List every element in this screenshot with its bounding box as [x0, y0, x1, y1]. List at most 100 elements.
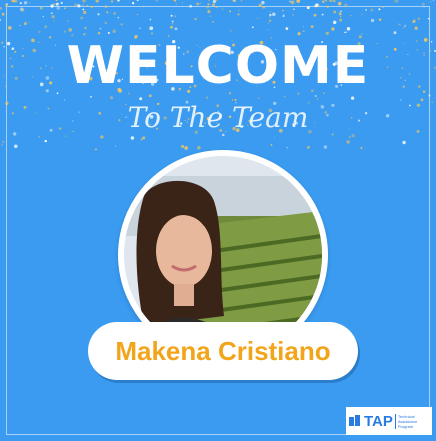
confetti-dot [261, 0, 265, 5]
confetti-dot [330, 0, 333, 2]
confetti-dot [53, 20, 55, 22]
confetti-dot [237, 13, 240, 16]
confetti-dot [289, 0, 291, 3]
confetti-dot [142, 6, 145, 8]
confetti-dot [189, 4, 193, 8]
confetti-dot [206, 5, 210, 9]
confetti-dot [63, 30, 66, 33]
confetti-dot [332, 20, 337, 25]
confetti-dot [345, 31, 348, 34]
confetti-dot [28, 22, 30, 24]
confetti-dot [149, 18, 152, 21]
confetti-dot [100, 135, 104, 139]
confetti-dot [104, 5, 108, 8]
confetti-dot [313, 13, 317, 17]
confetti-dot [282, 14, 285, 17]
welcome-subtitle: To The Team [127, 101, 309, 134]
confetti-dot [114, 145, 116, 147]
logo-text: TAP [364, 412, 393, 430]
confetti-dot [221, 8, 224, 11]
confetti-dot [378, 18, 382, 21]
confetti-dot [113, 12, 117, 15]
confetti-dot [315, 3, 319, 7]
confetti-dot [151, 32, 153, 35]
confetti-dot [360, 146, 363, 150]
confetti-dot [70, 5, 72, 8]
confetti-dot [42, 16, 44, 18]
confetti-dot [400, 99, 402, 101]
confetti-dot [44, 25, 48, 29]
confetti-dot [99, 27, 102, 30]
confetti-dot [282, 9, 284, 12]
confetti-dot [90, 95, 92, 98]
confetti-dot [110, 0, 114, 3]
confetti-dot [196, 2, 200, 6]
confetti-dot [104, 21, 108, 25]
confetti-dot [423, 6, 425, 8]
confetti-dot [60, 1, 63, 5]
confetti-dot [1, 12, 5, 16]
confetti-dot [90, 5, 93, 8]
confetti-dot [64, 7, 67, 9]
confetti-dot [324, 0, 328, 2]
confetti-dot [283, 95, 286, 98]
confetti-dot [39, 6, 43, 10]
member-name: Makena Cristiano [115, 336, 331, 366]
confetti-dot [149, 26, 154, 31]
confetti-dot [63, 99, 66, 101]
confetti-dot [64, 135, 67, 138]
confetti-dot [207, 3, 210, 6]
confetti-dot [23, 22, 27, 26]
confetti-dot [50, 4, 54, 8]
confetti-dot [170, 14, 173, 17]
confetti-dot [0, 7, 2, 10]
confetti-dot [7, 26, 12, 30]
confetti-dot [94, 148, 97, 150]
confetti-dot [67, 20, 69, 22]
confetti-dot [333, 10, 337, 14]
confetti-dot [212, 20, 215, 23]
confetti-dot [382, 6, 384, 8]
confetti-dot [431, 101, 433, 103]
confetti-dot [215, 6, 218, 8]
confetti-dot [80, 16, 83, 20]
confetti-dot [56, 92, 59, 95]
confetti-dot [53, 3, 56, 6]
confetti-dot [420, 98, 424, 102]
confetti-dot [175, 3, 178, 5]
confetti-dot [229, 10, 232, 13]
confetti-dot [421, 2, 425, 6]
confetti-dot [55, 0, 58, 2]
confetti-dot [321, 13, 324, 16]
confetti-dot [205, 96, 209, 99]
confetti-dot [110, 96, 114, 100]
confetti-dot [112, 29, 117, 34]
confetti-dot [2, 140, 5, 143]
confetti-dot [84, 27, 87, 29]
confetti-dot [286, 146, 289, 149]
confetti-dot [339, 18, 343, 22]
confetti-dot [180, 144, 185, 149]
confetti-dot [173, 0, 177, 2]
confetti-dot [306, 6, 310, 10]
confetti-dot [56, 6, 60, 10]
confetti-dot [394, 0, 399, 3]
confetti-dot [117, 16, 120, 19]
confetti-dot [344, 3, 348, 8]
name-banner: Makena Cristiano [88, 322, 358, 380]
confetti-dot [117, 0, 120, 2]
confetti-dot [139, 27, 141, 30]
confetti-dot [5, 149, 7, 150]
confetti-dot [344, 31, 346, 34]
confetti-dot [350, 96, 355, 100]
confetti-dot [131, 1, 135, 5]
confetti-dot [68, 28, 73, 32]
confetti-dot [77, 4, 81, 8]
confetti-dot [212, 0, 217, 4]
confetti-dot [142, 136, 146, 140]
confetti-dot [428, 94, 431, 97]
confetti-dot [427, 17, 430, 20]
confetti-dot [403, 26, 405, 28]
confetti-dot [338, 12, 342, 16]
confetti-dot [331, 27, 335, 31]
